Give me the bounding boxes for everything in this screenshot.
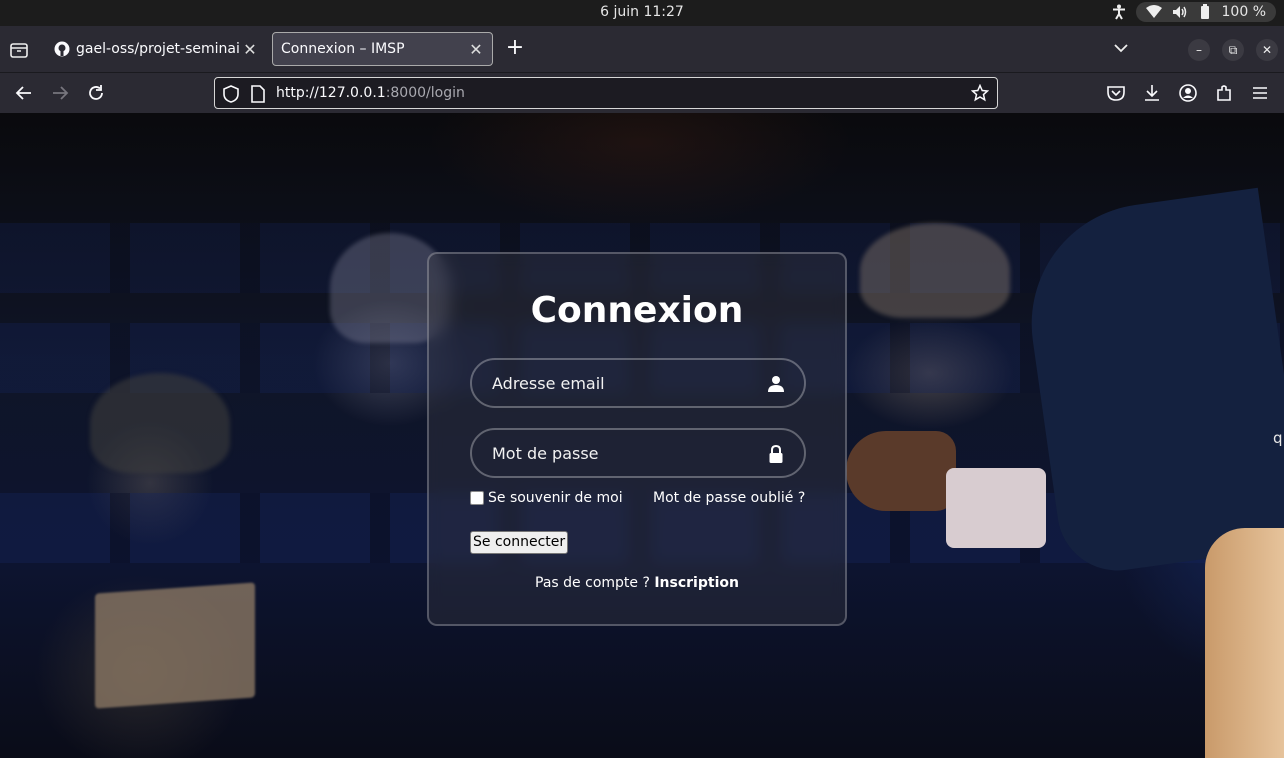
restore-icon[interactable]: ⧉ <box>1222 39 1244 61</box>
remember-me-checkbox[interactable] <box>470 491 484 505</box>
url-text[interactable]: http://127.0.0.1:8000/login <box>276 85 465 101</box>
tab-github[interactable]: gael-oss/projet-seminaire ✕ <box>44 32 266 66</box>
forward-icon[interactable] <box>49 82 71 104</box>
accessibility-icon[interactable] <box>1112 4 1126 20</box>
bookmark-star-icon[interactable] <box>970 83 990 106</box>
user-icon <box>768 375 784 393</box>
tab-connexion[interactable]: Connexion – IMSP ✕ <box>272 32 493 66</box>
reload-icon[interactable] <box>85 82 107 104</box>
password-field[interactable] <box>470 428 806 478</box>
downloads-icon[interactable] <box>1141 82 1163 104</box>
close-tab-icon[interactable]: ✕ <box>466 40 486 59</box>
system-top-bar: 6 juin 11:27 100 % <box>0 0 1284 26</box>
login-card: Connexion Se souvenir de moi Mot de pass… <box>427 252 847 626</box>
account-icon[interactable] <box>1177 82 1199 104</box>
github-icon <box>54 41 70 57</box>
system-clock[interactable]: 6 juin 11:27 <box>0 4 1284 20</box>
tab-list-icon[interactable] <box>8 39 30 61</box>
extensions-icon[interactable] <box>1213 82 1235 104</box>
page-icon[interactable] <box>251 85 265 107</box>
pocket-icon[interactable] <box>1105 82 1127 104</box>
wifi-icon <box>1145 5 1162 19</box>
background-podium <box>1205 528 1284 758</box>
tab-title: gael-oss/projet-seminaire <box>76 41 240 57</box>
system-status-menu[interactable]: 100 % <box>1135 2 1276 22</box>
url-path: :8000/login <box>385 85 465 101</box>
tab-title: Connexion – IMSP <box>281 41 405 57</box>
clipped-page-text: q <box>1273 429 1283 447</box>
signup-link[interactable]: Inscription <box>654 575 739 591</box>
new-tab-icon[interactable]: + <box>505 37 525 59</box>
shield-icon[interactable] <box>223 85 239 107</box>
background-presenter-hand <box>846 431 956 511</box>
browser-nav-bar: http://127.0.0.1:8000/login <box>0 72 1284 113</box>
email-input[interactable] <box>472 360 804 406</box>
address-bar[interactable]: http://127.0.0.1:8000/login <box>214 77 998 109</box>
background-presenter-cuff <box>946 468 1046 548</box>
browser-tab-bar: gael-oss/projet-seminaire ✕ Connexion – … <box>0 26 1284 72</box>
forgot-password-link[interactable]: Mot de passe oublié ? <box>653 490 805 506</box>
email-field[interactable] <box>470 358 806 408</box>
password-input[interactable] <box>472 430 804 476</box>
url-host: http://127.0.0.1 <box>276 85 386 101</box>
remember-me[interactable]: Se souvenir de moi <box>470 490 623 506</box>
close-tab-icon[interactable]: ✕ <box>240 40 260 59</box>
chevron-down-icon[interactable] <box>1113 40 1129 60</box>
login-title: Connexion <box>530 290 744 331</box>
login-button[interactable]: Se connecter <box>470 531 569 554</box>
background-person <box>90 373 230 473</box>
minimize-icon[interactable]: – <box>1188 39 1210 61</box>
volume-icon <box>1172 5 1188 19</box>
lock-icon <box>768 444 784 463</box>
page-background: q Connexion Se souvenir de moi Mot de pa… <box>0 113 1284 758</box>
no-account-text: Pas de compte ? <box>535 575 650 591</box>
close-window-icon[interactable]: ✕ <box>1256 39 1278 61</box>
background-person <box>860 223 1010 318</box>
signup-prompt: Pas de compte ? Inscription <box>429 575 845 591</box>
battery-icon <box>1198 4 1212 20</box>
battery-percentage: 100 % <box>1221 4 1266 20</box>
background-laptop <box>95 582 255 709</box>
back-icon[interactable] <box>13 82 35 104</box>
remember-me-label: Se souvenir de moi <box>488 490 623 506</box>
system-tray: 100 % <box>1112 2 1276 22</box>
menu-icon[interactable] <box>1249 82 1271 104</box>
